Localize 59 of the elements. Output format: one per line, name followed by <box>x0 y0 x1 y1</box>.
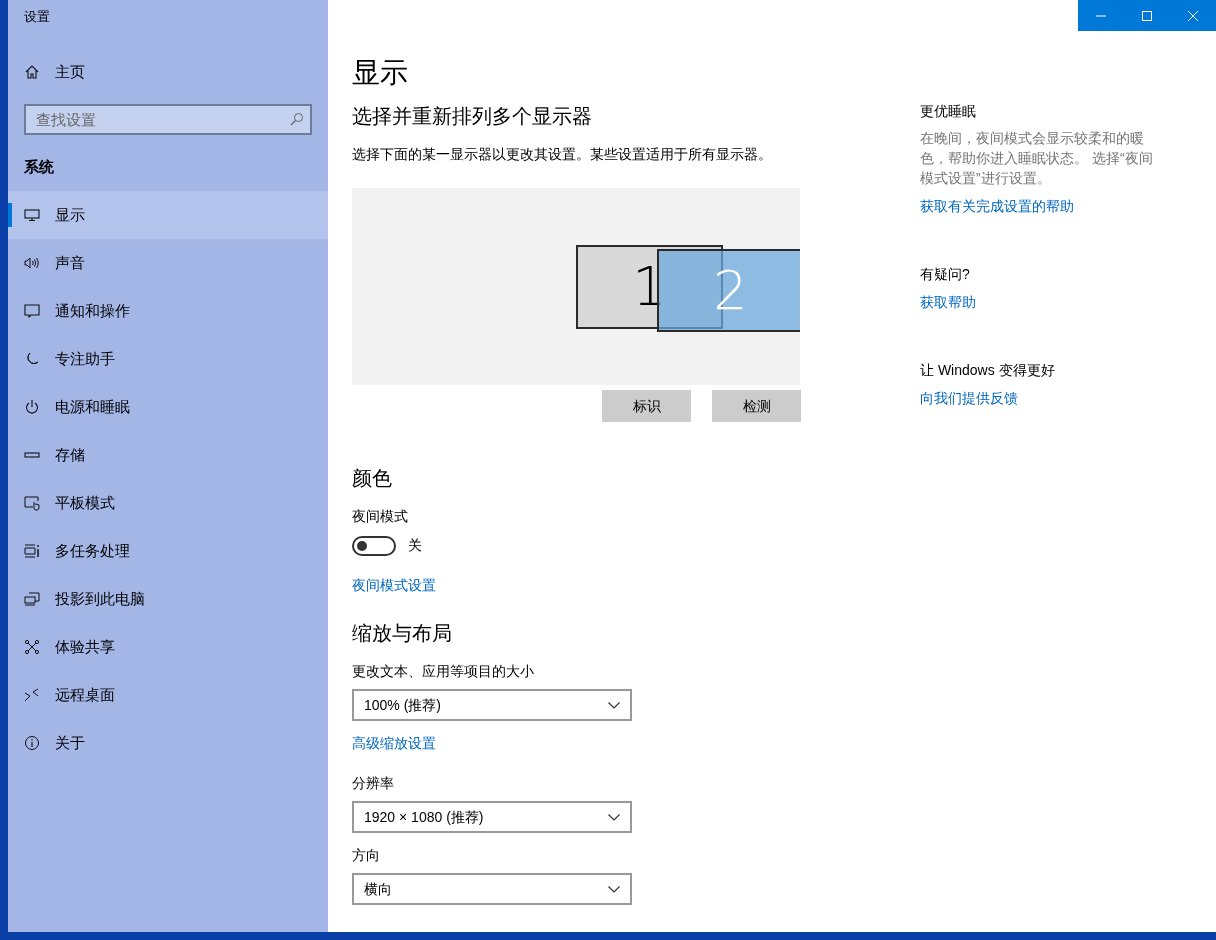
aside-heading: 有疑问? <box>920 265 970 284</box>
page-title: 显示 <box>352 56 408 90</box>
aside-text: 在晚间，夜间模式会显示较柔和的暖色，帮助你进入睡眠状态。 选择“夜间模式设置”进行设置。 <box>920 129 1154 188</box>
section-heading: 系统 <box>23 157 54 177</box>
sidebar-item[interactable]: 平板模式 <box>8 479 328 527</box>
speaker-icon <box>24 255 40 271</box>
moon-icon <box>24 351 40 367</box>
setting-label: 夜间模式 <box>352 507 408 526</box>
monitor-icon <box>24 207 40 223</box>
remote-icon <box>24 687 40 703</box>
network-icon <box>24 639 40 655</box>
sidebar-item[interactable]: 多任务处理 <box>8 527 328 575</box>
description-text: 选择下面的某一显示器以更改其设置。某些设置适用于所有显示器。 <box>352 145 772 164</box>
chevron-down-icon <box>608 885 620 893</box>
search-field[interactable]: 查找设置 <box>24 104 312 135</box>
window-title: 设置 <box>23 8 50 26</box>
sidebar-item[interactable]: 显示 <box>8 191 328 239</box>
sidebar-item[interactable]: 通知和操作 <box>8 287 328 335</box>
dropdown[interactable]: 横向 <box>352 873 632 905</box>
windows-icon <box>24 543 40 559</box>
close-icon <box>1188 10 1198 21</box>
speech-bubble-icon <box>24 303 40 319</box>
setting-label: 更改文本、应用等项目的大小 <box>352 662 534 681</box>
action-button[interactable]: 检测 <box>712 390 801 422</box>
maximize-icon <box>1142 10 1152 21</box>
dropdown[interactable]: 100% (推荐) <box>352 689 632 721</box>
dropdown[interactable]: 1920 × 1080 (推荐) <box>352 801 632 833</box>
link[interactable]: 高级缩放设置 <box>352 733 436 753</box>
action-button[interactable]: 标识 <box>602 390 691 422</box>
sidebar-item[interactable]: 投影到此电脑 <box>8 575 328 623</box>
sidebar-item[interactable]: 关于 <box>8 719 328 767</box>
section-heading: 缩放与布局 <box>352 621 452 646</box>
sidebar-item[interactable]: 远程桌面 <box>8 671 328 719</box>
projector-icon <box>24 591 40 607</box>
chevron-down-icon <box>608 701 620 709</box>
link[interactable]: 获取帮助 <box>920 292 976 312</box>
sidebar-item[interactable]: 存储 <box>8 431 328 479</box>
sidebar-item[interactable]: 电源和睡眠 <box>8 383 328 431</box>
power-icon <box>24 399 40 415</box>
setting-label: 分辨率 <box>352 774 394 793</box>
info-icon <box>24 735 40 751</box>
home-icon <box>24 64 40 80</box>
home-link[interactable]: 主页 <box>8 48 85 96</box>
link[interactable]: 获取有关完成设置的帮助 <box>920 196 1074 216</box>
section-heading: 颜色 <box>352 466 392 491</box>
sidebar-item[interactable]: 体验共享 <box>8 623 328 671</box>
toggle-switch[interactable] <box>352 535 396 556</box>
link[interactable]: 向我们提供反馈 <box>920 388 1018 408</box>
aside-heading: 更优睡眠 <box>920 102 976 121</box>
search-icon <box>290 112 304 126</box>
aside-heading: 让 Windows 变得更好 <box>920 361 1055 380</box>
section-heading: 选择并重新排列多个显示器 <box>352 104 592 129</box>
setting-label: 方向 <box>352 846 380 865</box>
sidebar-item[interactable]: 声音 <box>8 239 328 287</box>
chevron-down-icon <box>608 813 620 821</box>
tablet-icon <box>24 495 40 511</box>
sidebar-item[interactable]: 专注助手 <box>8 335 328 383</box>
link[interactable]: 夜间模式设置 <box>352 575 436 595</box>
toggle-state-text: 关 <box>408 536 422 555</box>
